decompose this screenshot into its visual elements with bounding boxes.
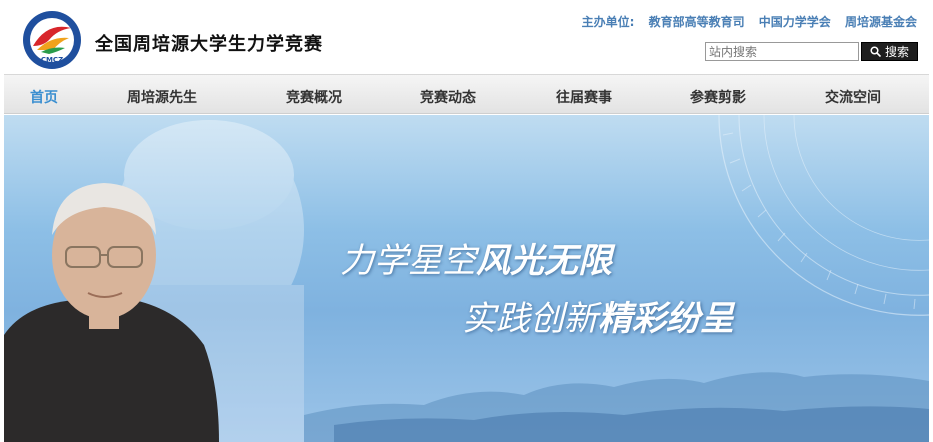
sponsor-link[interactable]: 周培源基金会 (845, 15, 917, 29)
search-button[interactable]: 搜索 (861, 42, 918, 61)
site-title: 全国周培源大学生力学竞赛 (95, 34, 323, 55)
site-header: CMCZ 全国周培源大学生力学竞赛 主办单位: 教育部高等教育司 中国力学学会 … (0, 0, 933, 72)
main-nav: 首页 周培源先生 竞赛概况 竞赛动态 往届赛事 参赛剪影 交流空间 (4, 74, 929, 114)
hero-banner[interactable]: 力学星空风光无限 实践创新精彩纷呈 (4, 115, 929, 442)
nav-item-past-events[interactable]: 往届赛事 (556, 87, 612, 107)
sponsor-link[interactable]: 中国力学学会 (759, 15, 831, 29)
banner-slogan-line2: 实践创新精彩纷呈 (462, 291, 734, 340)
nav-item-news[interactable]: 竞赛动态 (420, 87, 476, 107)
nav-item-gallery[interactable]: 参赛剪影 (690, 87, 746, 107)
sponsors-label: 主办单位: (581, 15, 635, 29)
protractor-ticks (722, 132, 916, 310)
sponsors-bar: 主办单位: 教育部高等教育司 中国力学学会 周培源基金会 (582, 13, 917, 30)
nav-item-forum[interactable]: 交流空间 (825, 87, 881, 107)
search-input[interactable] (705, 42, 859, 61)
svg-text:CMCZ: CMCZ (41, 56, 63, 64)
nav-item-zhou-peiyuan[interactable]: 周培源先生 (127, 87, 197, 107)
protractor-graphic (718, 115, 929, 316)
search-icon (870, 46, 881, 57)
slogan1-bold: 风光无限 (476, 241, 612, 281)
nav-item-overview[interactable]: 竞赛概况 (286, 87, 342, 107)
slogan2-bold: 精彩纷呈 (598, 299, 734, 339)
banner-slogan-line1: 力学星空风光无限 (340, 233, 612, 282)
cmcz-logo[interactable]: CMCZ (19, 10, 85, 70)
slogan1-normal: 力学星空 (340, 241, 476, 281)
sponsor-link[interactable]: 教育部高等教育司 (649, 15, 745, 29)
slogan2-normal: 实践创新 (462, 299, 598, 339)
nav-item-home[interactable]: 首页 (30, 87, 58, 107)
search-button-label: 搜索 (884, 45, 909, 59)
